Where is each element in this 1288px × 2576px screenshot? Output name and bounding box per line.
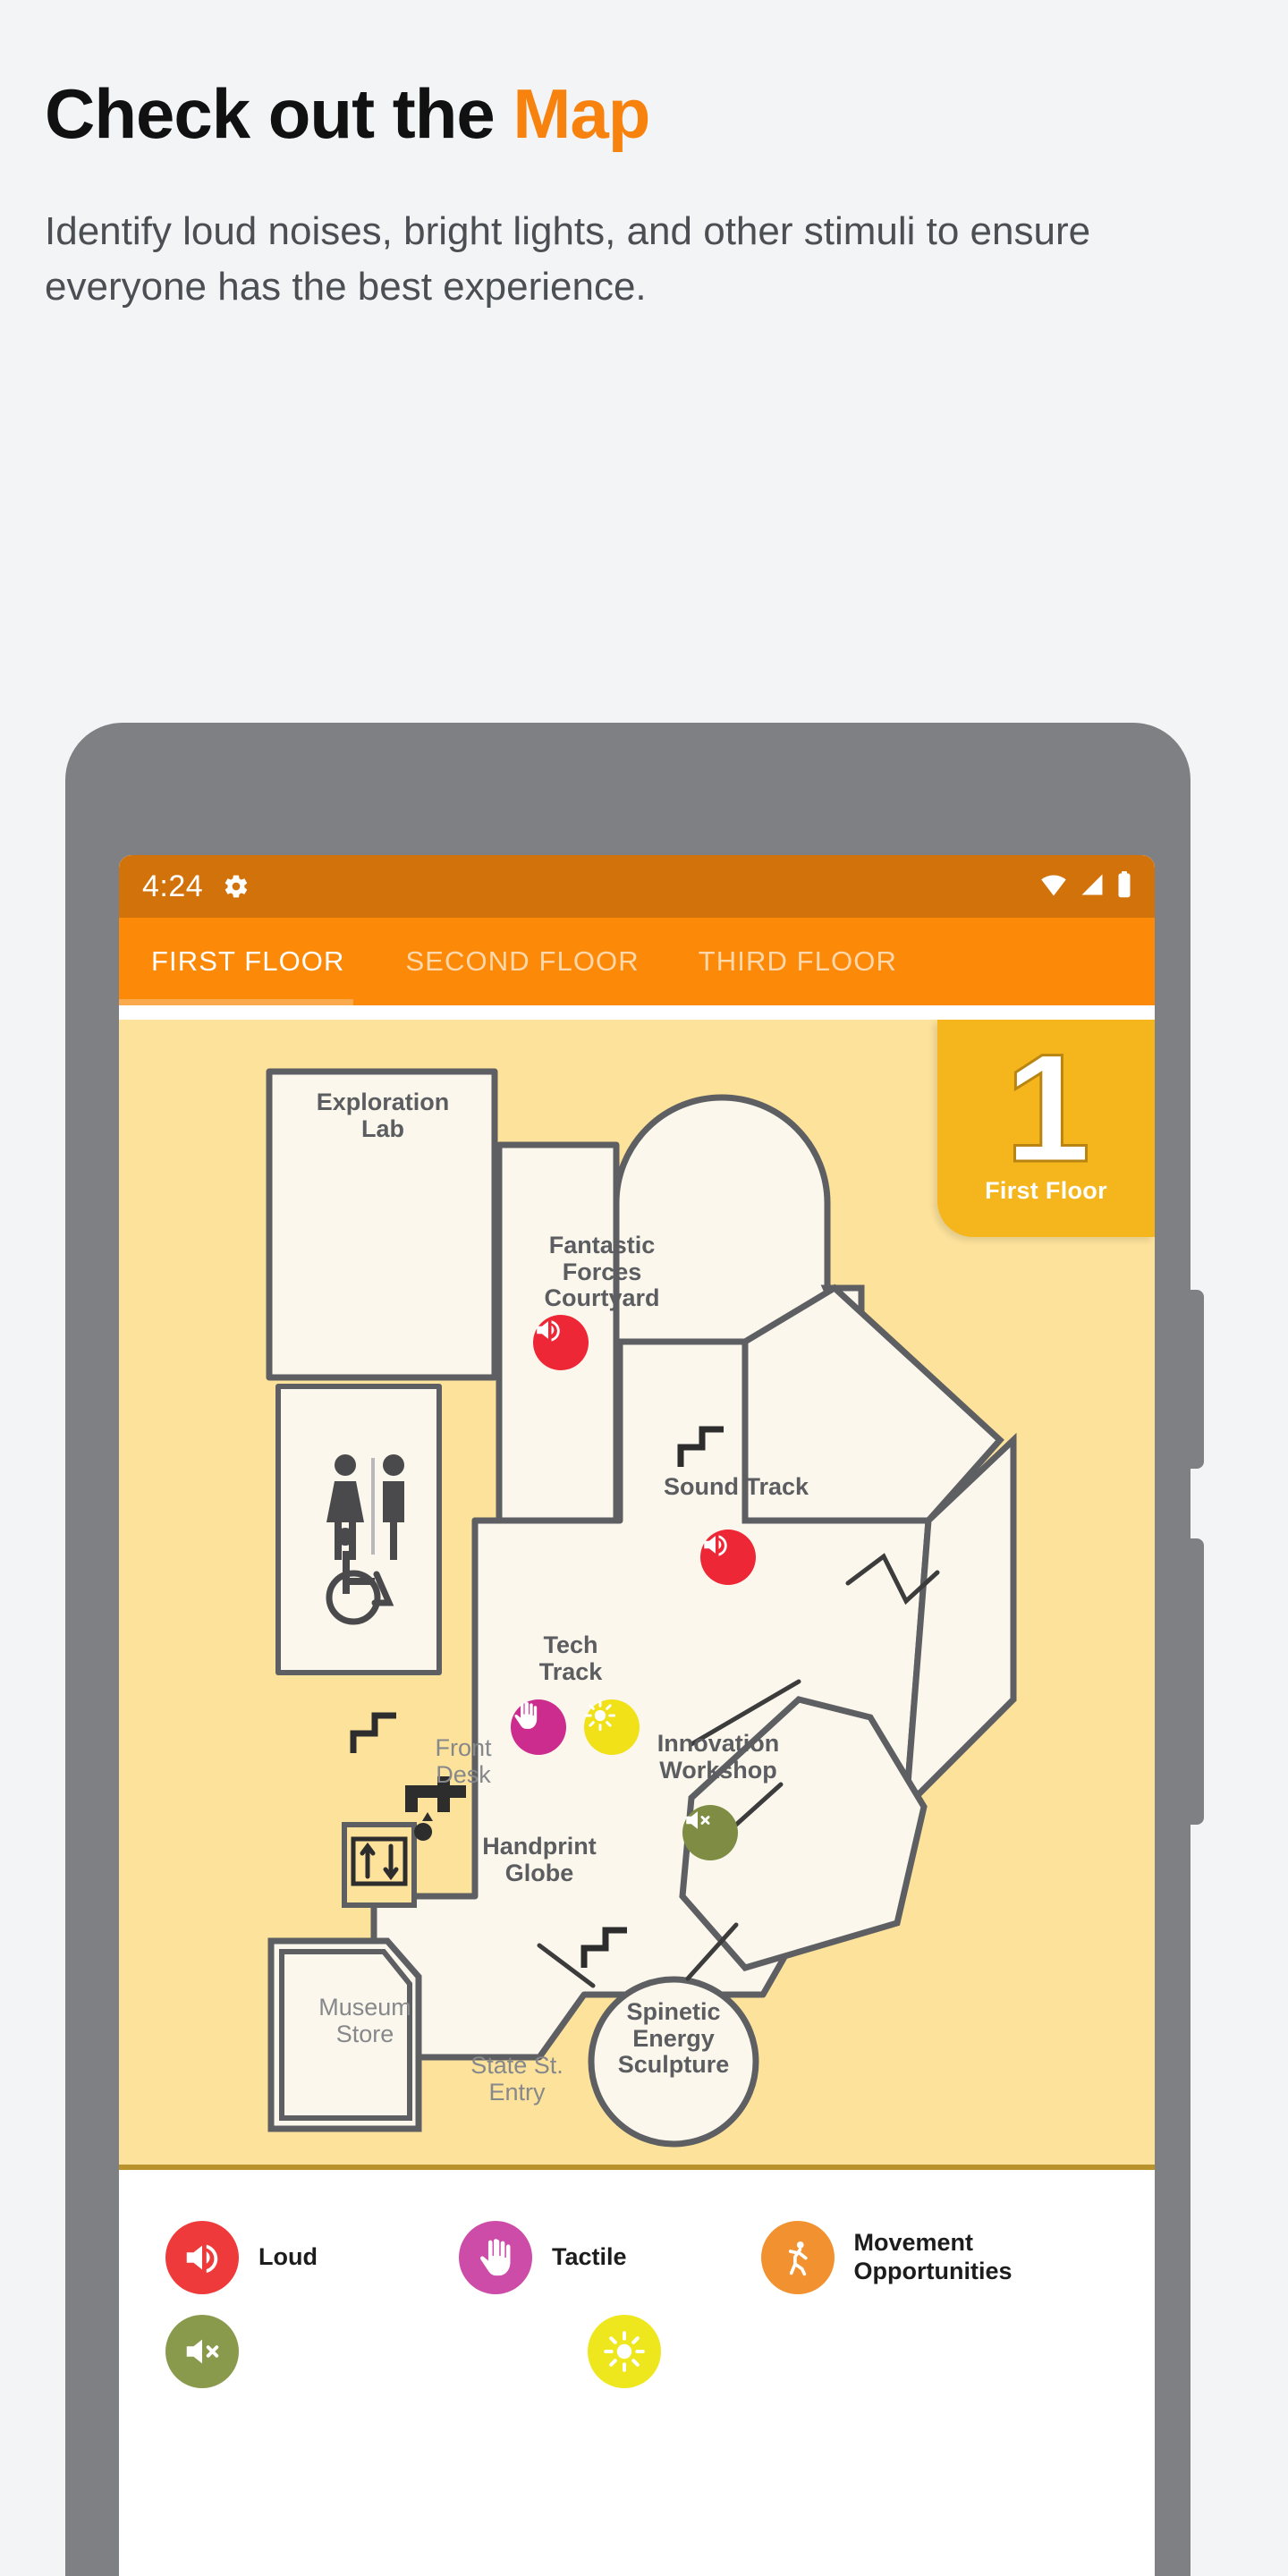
- page-title-accent: Map: [513, 74, 650, 153]
- map-label-handprint-globe: Handprint Globe: [482, 1833, 597, 1886]
- legend-item-movement[interactable]: Movement Opportunities: [760, 2221, 1013, 2294]
- status-bar-indicators: [1040, 870, 1131, 902]
- legend-item-loud[interactable]: Loud: [165, 2221, 318, 2294]
- speaker-mute-icon: [165, 2315, 239, 2388]
- floor-number: 1: [1004, 1022, 1092, 1195]
- floor-badge: 1 First Floor: [937, 1020, 1155, 1237]
- stairs-icon-lower: [350, 1712, 396, 1753]
- status-bar: 4:24: [119, 855, 1155, 918]
- phone-side-button-power[interactable]: [1189, 1538, 1204, 1825]
- hand-icon: [514, 1701, 538, 1729]
- floor-tab-bar: FIRST FLOOR SECOND FLOOR THIRD FLOOR: [119, 918, 1155, 1005]
- phone-screen: 4:24 FIRST FLOOR SECOND FLOOR THIRD FLOO…: [119, 855, 1155, 2576]
- tab-first-floor[interactable]: FIRST FLOOR: [148, 945, 349, 978]
- map-label-museum-store: Museum Store: [318, 1994, 411, 2047]
- legend-row-1: Loud Tactile Movement Opportunities: [119, 2200, 1155, 2315]
- gear-icon: [223, 873, 250, 900]
- speaker-loud-icon: [537, 1320, 560, 1342]
- tab-third-floor[interactable]: THIRD FLOOR: [695, 945, 901, 978]
- map-legend: Loud Tactile Movement Opportunities: [119, 2170, 1155, 2576]
- floor-map[interactable]: 1 First Floor Exploration Lab Fantastic …: [119, 1020, 1155, 2165]
- map-label-exploration-lab: Exploration Lab: [316, 1089, 450, 1142]
- map-label-front-desk: Front Desk: [435, 1734, 492, 1788]
- tactile-pin-tech-track[interactable]: [511, 1699, 566, 1755]
- legend-item-tactile[interactable]: Tactile: [458, 2221, 627, 2294]
- tab-second-floor[interactable]: SECOND FLOOR: [402, 945, 643, 978]
- map-label-tech-track: Tech Track: [538, 1631, 603, 1685]
- legend-label-movement: Movement Opportunities: [853, 2229, 1013, 2284]
- map-label-spinetic-energy-sculpture: Spinetic Energy Sculpture: [617, 1998, 730, 2079]
- loud-pin-fantastic-forces[interactable]: [533, 1315, 589, 1370]
- quiet-pin-innovation-workshop[interactable]: [682, 1805, 738, 1860]
- floor-caption: First Floor: [985, 1176, 1107, 1204]
- page-header: Check out the Map Identify loud noises, …: [0, 0, 1288, 316]
- phone-side-button-volume[interactable]: [1189, 1290, 1204, 1469]
- speaker-loud-icon: [165, 2221, 239, 2294]
- cell-signal-icon: [1080, 873, 1105, 901]
- map-label-sound-track: Sound Track: [663, 1473, 809, 1500]
- sun-icon: [584, 1699, 616, 1732]
- loud-pin-sound-track[interactable]: [700, 1530, 756, 1585]
- phone-mockup: 4:24 FIRST FLOOR SECOND FLOOR THIRD FLOO…: [65, 723, 1204, 2576]
- status-bar-time: 4:24: [142, 869, 204, 903]
- legend-item-quiet[interactable]: [165, 2315, 239, 2388]
- wifi-icon: [1040, 873, 1067, 901]
- page-title-main: Check out the: [45, 74, 513, 153]
- bright-pin-tech-track[interactable]: [584, 1699, 640, 1755]
- page-subcopy: Identify loud noises, bright lights, and…: [45, 209, 1091, 309]
- tabbar-divider: [119, 1005, 1155, 1020]
- movement-icon: [760, 2221, 835, 2294]
- phone-frame: 4:24 FIRST FLOOR SECOND FLOOR THIRD FLOO…: [65, 723, 1204, 2576]
- speaker-loud-icon: [704, 1535, 727, 1556]
- map-label-state-st-entry: State St. Entry: [470, 2052, 564, 2106]
- speaker-mute-icon: [686, 1811, 710, 1829]
- legend-label-tactile: Tactile: [551, 2243, 627, 2271]
- legend-row-2: [119, 2315, 1155, 2388]
- page-title: Check out the Map: [45, 79, 1288, 148]
- legend-item-bright[interactable]: [588, 2315, 661, 2388]
- map-label-fantastic-forces-courtyard: Fantastic Forces Courtyard: [544, 1232, 660, 1312]
- hand-icon: [458, 2221, 532, 2294]
- legend-label-loud: Loud: [258, 2243, 318, 2271]
- active-tab-indicator: [119, 999, 353, 1005]
- sun-icon: [588, 2315, 661, 2388]
- battery-icon: [1117, 870, 1131, 902]
